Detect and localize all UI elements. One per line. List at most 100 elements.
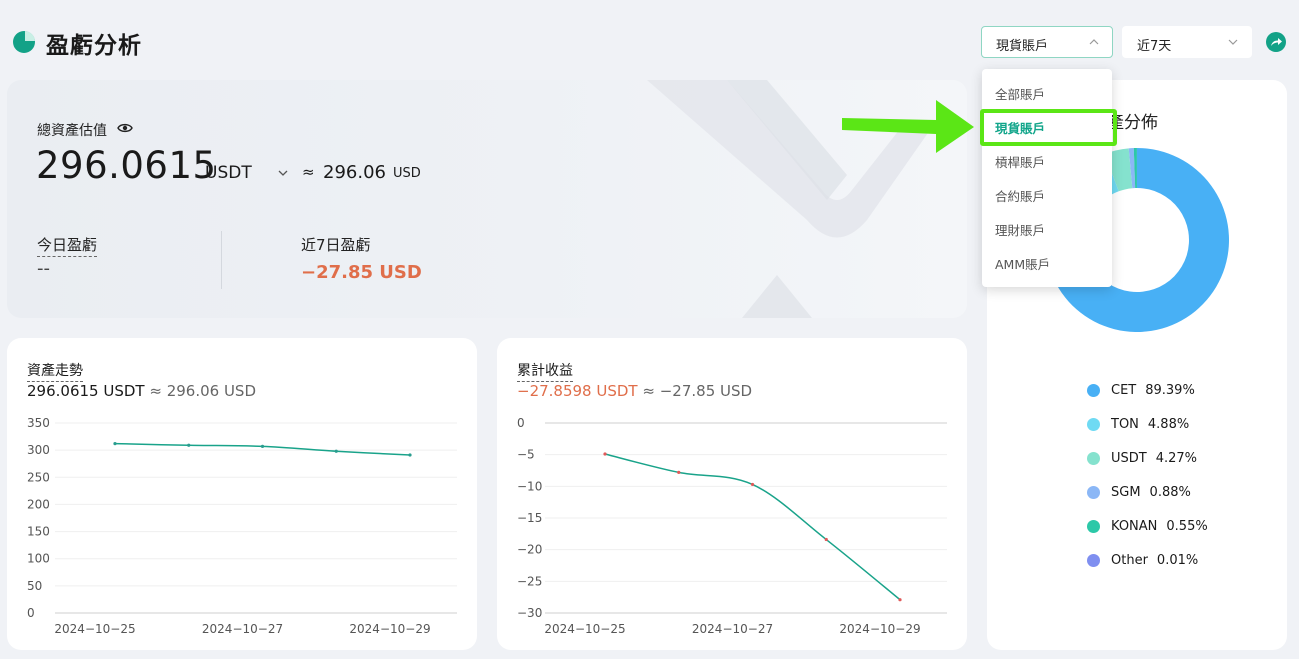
legend-percent: 0.88%	[1149, 484, 1191, 500]
legend-item-other: Other 0.01%	[1087, 550, 1198, 570]
y-tick-label: 350	[27, 416, 50, 430]
data-point	[113, 442, 117, 446]
legend-percent: 4.27%	[1155, 450, 1198, 466]
y-tick-label: −10	[517, 479, 542, 493]
asset-trend-title[interactable]: 資產走勢	[27, 360, 83, 382]
legend-percent: 0.55%	[1166, 518, 1208, 534]
legend-item-konan: KONAN 0.55%	[1087, 516, 1208, 536]
asset-trend-summary: 296.0615 USDT ≈ 296.06 USD	[27, 382, 256, 400]
dropdown-item-4[interactable]: 理財賬戶	[982, 211, 1112, 245]
legend-label: USDT	[1111, 450, 1147, 466]
legend-dot	[1087, 553, 1100, 567]
y-tick-label: 50	[27, 579, 42, 593]
y-tick-label: 150	[27, 525, 50, 539]
chevron-down-icon	[1228, 39, 1238, 45]
dropdown-item-3[interactable]: 合約賬戶	[982, 177, 1112, 211]
asset-trend-main: 296.0615 USDT	[27, 382, 145, 400]
account-select-value: 現貨賬戶	[996, 39, 1049, 54]
x-tick-label: 2024−10−29	[839, 622, 920, 636]
y-tick-label: −15	[517, 511, 542, 525]
legend-item-cet: CET 89.39%	[1087, 380, 1195, 400]
cumulative-return-chart[interactable]: 0 −5 −10 −15 −20 −25 −302024−10−25 2024−10−27 20…	[497, 408, 967, 648]
y-tick-label: 250	[27, 470, 50, 484]
y-tick-label: 0	[27, 606, 35, 620]
y-tick-label: −30	[517, 606, 542, 620]
x-tick-label: 2024−10−27	[202, 622, 283, 636]
data-point	[750, 482, 755, 487]
data-point	[824, 537, 828, 542]
legend-item-sgm: SGM 0.88%	[1087, 482, 1191, 502]
legend-label: Other	[1111, 552, 1148, 568]
cumulative-return-summary: −27.8598 USDT ≈ −27.85 USD	[517, 382, 752, 400]
total-usd-value: 296.06	[323, 162, 386, 183]
chevron-up-icon	[1089, 39, 1099, 45]
page-header: 盈虧分析 現貨賬戶 近7天	[0, 0, 1299, 80]
y-tick-label: 300	[27, 443, 50, 457]
y-tick-label: −25	[517, 574, 542, 588]
y-tick-label: 200	[27, 497, 50, 511]
data-point	[260, 444, 265, 448]
series-line	[604, 453, 901, 601]
total-asset-value: 296.0615	[36, 144, 217, 187]
legend-dot	[1087, 485, 1100, 499]
account-select[interactable]: 現貨賬戶	[981, 26, 1113, 58]
cumulative-return-approx: ≈	[642, 382, 655, 400]
y-tick-label: 0	[517, 416, 525, 430]
eye-icon[interactable]	[117, 121, 133, 135]
total-usd-unit: USD	[393, 166, 421, 181]
legend-item-usdt: USDT 4.27%	[1087, 448, 1197, 468]
data-point	[334, 449, 338, 453]
today-pnl-label[interactable]: 今日盈虧	[37, 234, 98, 257]
period-select[interactable]: 近7天	[1122, 26, 1252, 58]
data-point	[187, 443, 191, 447]
legend-label: SGM	[1111, 484, 1141, 500]
pie-chart-logo-icon	[13, 31, 35, 53]
data-point	[677, 470, 681, 474]
legend-dot	[1087, 451, 1100, 465]
legend-percent: 89.39%	[1145, 382, 1195, 398]
legend-percent: 4.88%	[1147, 416, 1190, 432]
today-pnl-value: --	[37, 258, 50, 279]
legend-item-ton: TON 4.88%	[1087, 414, 1189, 434]
x-tick-label: 2024−10−27	[692, 622, 773, 636]
cumulative-return-card: 累計收益 −27.8598 USDT ≈ −27.85 USD 0 −5 −10 −1…	[497, 338, 967, 650]
asset-trend-card: 資產走勢 296.0615 USDT ≈ 296.06 USD 0 50 100 15…	[7, 338, 477, 650]
x-tick-label: 2024−10−25	[544, 622, 625, 636]
total-asset-label: 總資產估值	[37, 123, 107, 139]
x-tick-label: 2024−10−29	[349, 622, 430, 636]
approx-symbol: ≈	[302, 163, 315, 181]
data-point	[408, 453, 412, 457]
pointer-arrow-annotation	[842, 100, 974, 153]
legend-label: TON	[1111, 416, 1139, 432]
cumulative-return-secondary: −27.85 USD	[659, 382, 753, 400]
week-pnl-label: 近7日盈虧	[301, 236, 371, 254]
week-pnl-value: −27.85 USD	[301, 262, 422, 283]
total-asset-unit: USDT	[205, 163, 252, 183]
share-icon[interactable]	[1266, 32, 1286, 52]
legend-percent: 0.01%	[1156, 552, 1199, 568]
dropdown-item-2[interactable]: 槓桿賬戶	[982, 143, 1112, 177]
legend-dot	[1087, 519, 1100, 533]
dropdown-item-5[interactable]: AMM賬戶	[982, 245, 1112, 279]
selection-highlight-box	[980, 109, 1117, 146]
account-dropdown-menu: 全部賬戶 現貨賬戶 槓桿賬戶 合約賬戶 理財賬戶 AMM賬戶	[982, 69, 1112, 287]
legend-label: CET	[1111, 382, 1137, 398]
page-title: 盈虧分析	[46, 33, 142, 59]
asset-trend-secondary: 296.06 USD	[166, 382, 257, 400]
data-point	[603, 452, 607, 456]
asset-trend-chart[interactable]: 0 50 100 150 200 250 300 350 2024−10−25 2024−10−2…	[7, 408, 477, 648]
dropdown-item-0[interactable]: 全部賬戶	[982, 75, 1112, 109]
cumulative-return-title[interactable]: 累計收益	[517, 360, 573, 382]
x-tick-label: 2024−10−25	[54, 622, 135, 636]
legend-dot	[1087, 383, 1100, 397]
card-background-decoration	[647, 80, 937, 318]
data-point	[898, 598, 902, 602]
y-tick-label: 100	[27, 552, 50, 566]
total-asset-card: 總資產估值 296.0615 USDT ≈ 296.06 USD 今日盈虧 --…	[7, 80, 967, 318]
period-select-value: 近7天	[1137, 39, 1172, 54]
asset-trend-approx: ≈	[149, 382, 162, 400]
legend-label: KONAN	[1111, 518, 1158, 534]
y-tick-label: −20	[517, 543, 542, 557]
unit-chevron-down-icon[interactable]	[277, 167, 289, 179]
pnl-divider	[221, 231, 222, 289]
